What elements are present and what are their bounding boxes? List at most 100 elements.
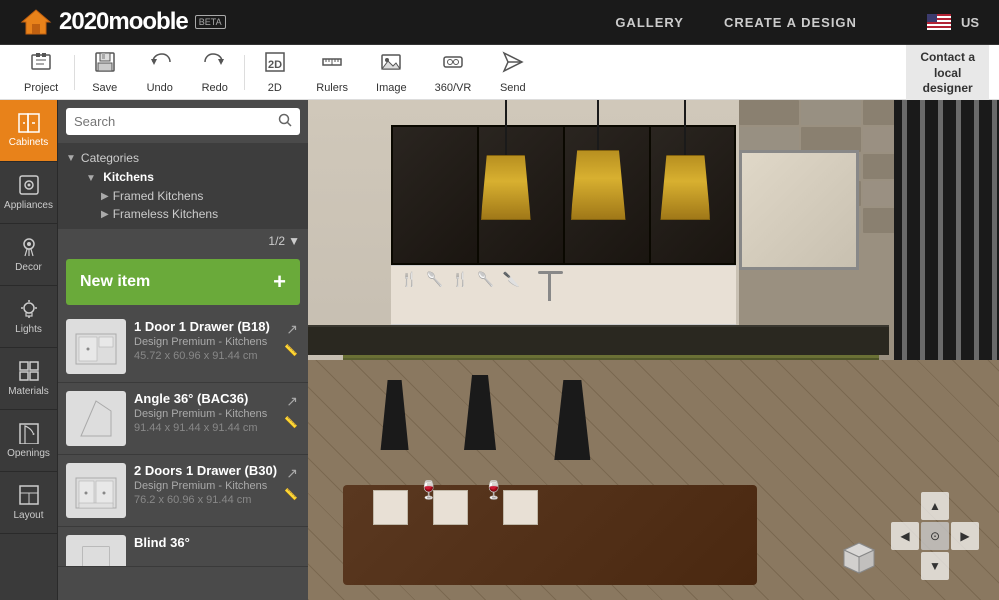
- contact-line3: designer: [923, 81, 973, 97]
- item-expand-button[interactable]: ↗: [284, 391, 300, 412]
- save-button[interactable]: Save: [77, 46, 132, 99]
- save-label: Save: [92, 82, 117, 94]
- item-name: 1 Door 1 Drawer (B18): [134, 319, 300, 334]
- sort-chevron-icon: ▼: [288, 234, 300, 248]
- nav-empty-br: [951, 552, 979, 580]
- nav-right-button[interactable]: ▶: [951, 522, 979, 550]
- logo-icon: [20, 8, 52, 36]
- view-cube[interactable]: [839, 538, 879, 578]
- nav-left-button[interactable]: ◀: [891, 522, 919, 550]
- frameless-expand-icon: ▶: [101, 209, 109, 220]
- nav-center-button[interactable]: ⊙: [921, 522, 949, 550]
- cabinets-icon: [18, 113, 40, 133]
- item-expand-button[interactable]: ↗: [284, 319, 300, 340]
- rulers-button[interactable]: Rulers: [302, 46, 362, 99]
- 360vr-icon: [442, 51, 464, 79]
- 2d-icon: 2D: [264, 51, 286, 79]
- sort-button[interactable]: 1/2 ▼: [268, 234, 300, 248]
- image-button[interactable]: Image: [362, 46, 421, 99]
- save-icon: [94, 51, 116, 79]
- main-area: Cabinets Appliances Decor: [0, 100, 999, 600]
- item-name: Angle 36° (BAC36): [134, 391, 300, 406]
- contact-line1: Contact a: [920, 50, 975, 66]
- item-subtitle: Design Premium - Kitchens: [134, 480, 300, 492]
- sidebar-item-appliances[interactable]: Appliances: [0, 162, 57, 224]
- frameless-kitchens-item[interactable]: ▶ Frameless Kitchens: [66, 205, 300, 223]
- categories-area: ▼ Categories ▼ Kitchens ▶ Framed Kitchen…: [58, 143, 308, 229]
- new-item-label: New item: [80, 273, 150, 291]
- nav-empty-bl: [891, 552, 919, 580]
- pendant-light-3: [660, 100, 710, 220]
- undo-label: Undo: [147, 82, 173, 94]
- item-info: Blind 36°: [134, 535, 300, 550]
- items-list: 1 Door 1 Drawer (B18) Design Premium - K…: [58, 311, 308, 600]
- framed-kitchens-item[interactable]: ▶ Framed Kitchens: [66, 187, 300, 205]
- dining-table: 🍷 🍷: [343, 485, 758, 585]
- item-thumbnail: [66, 463, 126, 518]
- sidebar-item-openings[interactable]: Openings: [0, 410, 57, 472]
- search-input[interactable]: [74, 114, 272, 129]
- sidebar-item-decor[interactable]: Decor: [0, 224, 57, 286]
- search-icon[interactable]: [278, 113, 292, 130]
- item-ruler-icon[interactable]: 📏: [284, 488, 300, 501]
- sidebar-item-cabinets[interactable]: Cabinets: [0, 100, 57, 162]
- item-thumbnail: [66, 535, 126, 567]
- list-item[interactable]: Angle 36° (BAC36) Design Premium - Kitch…: [58, 383, 308, 455]
- materials-icon: [18, 360, 40, 382]
- item-ruler-icon[interactable]: 📏: [284, 344, 300, 357]
- appliances-icon: [18, 174, 40, 196]
- kitchens-category[interactable]: ▼ Kitchens: [66, 167, 300, 187]
- categories-header[interactable]: ▼ Categories: [66, 149, 300, 167]
- item-expand-button[interactable]: ↗: [284, 463, 300, 484]
- project-label: Project: [24, 82, 58, 94]
- sidebar-item-layout[interactable]: Layout: [0, 472, 57, 534]
- project-button[interactable]: Project: [10, 46, 72, 99]
- 2d-button[interactable]: 2D 2D: [247, 46, 302, 99]
- list-item[interactable]: 2 Doors 1 Drawer (B30) Design Premium - …: [58, 455, 308, 527]
- item-thumbnail: [66, 319, 126, 374]
- appliances-label: Appliances: [4, 200, 53, 211]
- gallery-link[interactable]: GALLERY: [615, 15, 684, 30]
- logo-2020: 2020: [59, 8, 108, 35]
- nav-up-button[interactable]: ▲: [921, 492, 949, 520]
- materials-label: Materials: [8, 386, 49, 397]
- logo-mooble: mooble: [108, 8, 187, 35]
- header: 2020mooble BETA GALLERY CREATE A DESIGN …: [0, 0, 999, 45]
- cabinets-label: Cabinets: [9, 137, 48, 148]
- decor-label: Decor: [15, 262, 42, 273]
- 360vr-button[interactable]: 360/VR: [421, 46, 486, 99]
- create-design-link[interactable]: CREATE A DESIGN: [724, 15, 857, 30]
- pendant-light-1: [481, 100, 531, 220]
- send-label: Send: [500, 82, 526, 94]
- 360vr-label: 360/VR: [435, 82, 472, 94]
- sidebar-item-lights[interactable]: Lights: [0, 286, 57, 348]
- item-subtitle: Design Premium - Kitchens: [134, 336, 300, 348]
- counter-top: [308, 325, 889, 355]
- toolbar: Project Save Undo Redo 2D 2D Rulers: [0, 45, 999, 100]
- layout-label: Layout: [13, 510, 43, 521]
- rulers-label: Rulers: [316, 82, 348, 94]
- lights-icon: [18, 298, 40, 320]
- undo-button[interactable]: Undo: [132, 46, 187, 99]
- list-item[interactable]: Blind 36°: [58, 527, 308, 567]
- sidebar-item-materials[interactable]: Materials: [0, 348, 57, 410]
- item-actions: ↗ 📏: [284, 319, 300, 357]
- new-item-button[interactable]: New item +: [66, 259, 300, 305]
- contact-designer-button[interactable]: 🏠 Contact a local designer: [906, 45, 989, 100]
- lang-label[interactable]: US: [961, 15, 979, 30]
- canvas-area[interactable]: 🍴 🥄 🍴 🥄 🔪: [308, 100, 999, 600]
- item-ruler-icon[interactable]: 📏: [284, 416, 300, 429]
- flag-icon: [927, 14, 951, 30]
- search-box: [66, 108, 300, 135]
- item-info: 1 Door 1 Drawer (B18) Design Premium - K…: [134, 319, 300, 362]
- redo-button[interactable]: Redo: [187, 46, 242, 99]
- panel: ▼ Categories ▼ Kitchens ▶ Framed Kitchen…: [58, 100, 308, 600]
- project-icon: [30, 51, 52, 79]
- logo-area[interactable]: 2020mooble BETA: [20, 8, 226, 36]
- 2d-label: 2D: [268, 82, 282, 94]
- 3d-scene: 🍴 🥄 🍴 🥄 🔪: [308, 100, 999, 600]
- nav-down-button[interactable]: ▼: [921, 552, 949, 580]
- list-item[interactable]: 1 Door 1 Drawer (B18) Design Premium - K…: [58, 311, 308, 383]
- alcove-window: [739, 150, 859, 270]
- send-button[interactable]: Send: [485, 46, 540, 99]
